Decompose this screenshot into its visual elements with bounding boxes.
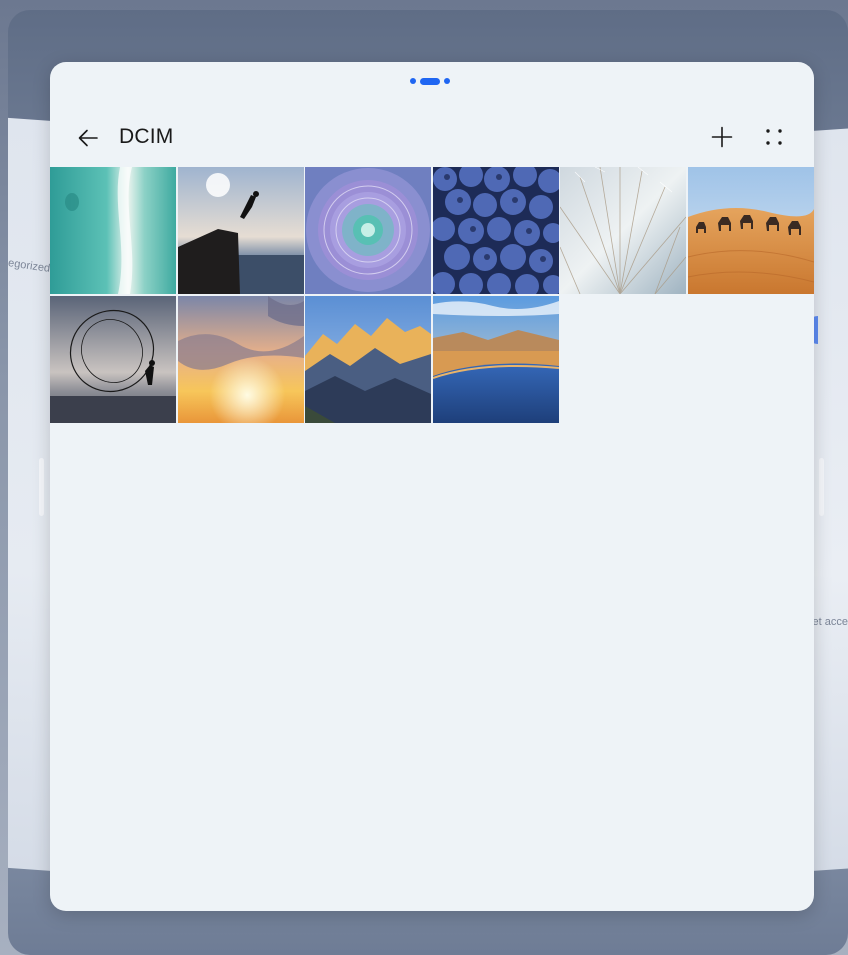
more-options-button[interactable] xyxy=(758,121,790,153)
back-button[interactable] xyxy=(72,122,104,154)
floating-window: DCIM xyxy=(50,62,814,911)
right-resize-handle[interactable] xyxy=(819,458,824,516)
plus-icon xyxy=(711,126,733,148)
background-label-right: et acce xyxy=(812,616,848,628)
photo-grid xyxy=(50,167,814,423)
photo-aerial-sea xyxy=(50,167,176,294)
photo-thumbnail[interactable] xyxy=(560,167,687,294)
photo-thumbnail[interactable] xyxy=(687,167,814,294)
photo-blueberries xyxy=(432,167,559,294)
photo-succulent xyxy=(305,167,432,294)
photo-thumbnail[interactable] xyxy=(432,167,559,294)
toolbar: DCIM xyxy=(50,114,814,160)
photo-desert-lake xyxy=(432,296,559,423)
photo-thumbnail[interactable] xyxy=(177,167,304,294)
arrow-left-icon xyxy=(78,129,98,147)
photo-mountain-peaks xyxy=(305,296,432,423)
photo-thumbnail[interactable] xyxy=(432,296,559,423)
window-drag-handle[interactable] xyxy=(410,76,450,86)
photo-thumbnail[interactable] xyxy=(50,296,176,423)
photo-thumbnail[interactable] xyxy=(305,296,432,423)
page-title: DCIM xyxy=(119,125,174,148)
photo-thumbnail[interactable] xyxy=(50,167,176,294)
left-resize-handle[interactable] xyxy=(39,458,44,516)
photo-desert-camels xyxy=(687,167,814,294)
add-button[interactable] xyxy=(706,121,738,153)
more-dots-icon xyxy=(766,129,782,145)
photo-sunset-clouds xyxy=(177,296,304,423)
photo-thumbnail[interactable] xyxy=(177,296,304,423)
photo-fisherman-net xyxy=(50,296,176,423)
photo-thumbnail[interactable] xyxy=(305,167,432,294)
photo-cliff-jumper xyxy=(177,167,304,294)
photo-dandelion xyxy=(560,167,687,294)
